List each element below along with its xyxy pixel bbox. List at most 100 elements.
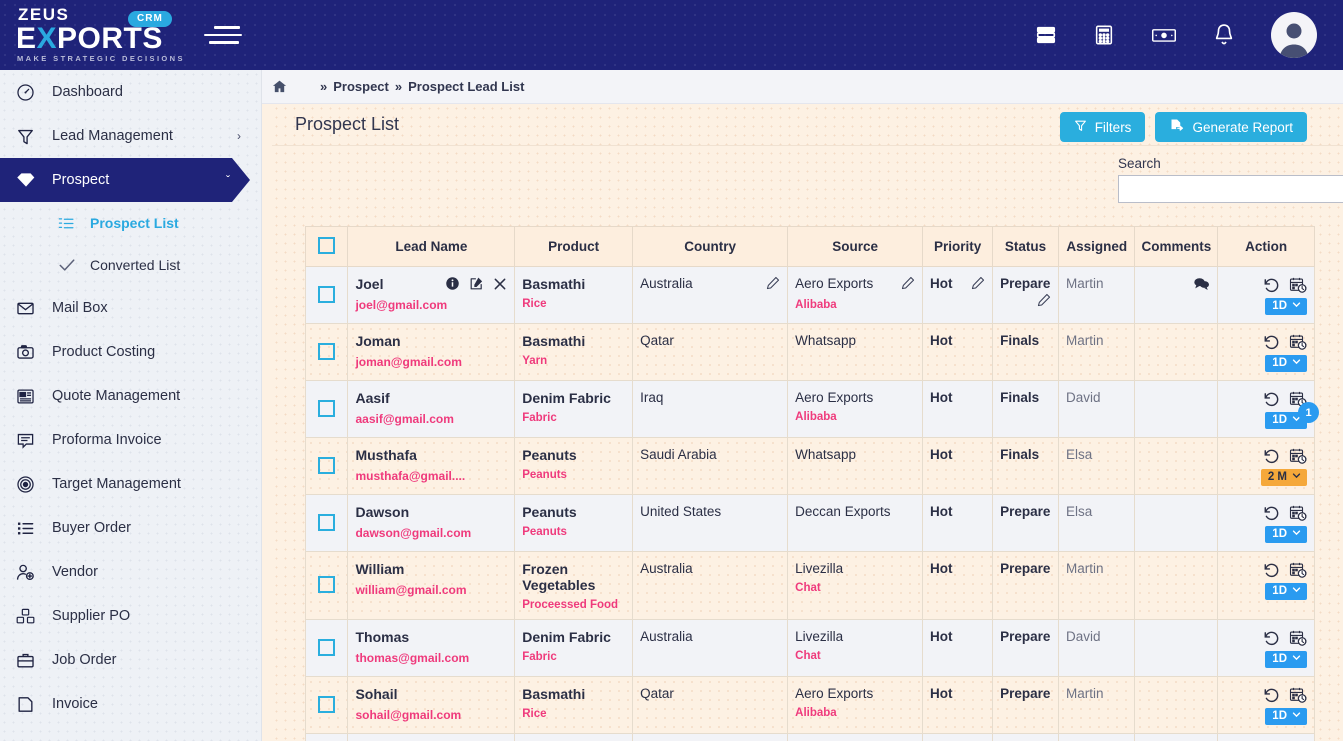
lead-name-cell: William william@gmail.com	[347, 551, 516, 620]
country-cell: Saudi Arabia	[632, 437, 789, 495]
sidebar-item-dashboard[interactable]: Dashboard	[0, 70, 261, 114]
country-cell: Australia	[632, 266, 789, 324]
sidebar-item-label: Product Costing	[52, 344, 156, 360]
lead-name: Thomas	[355, 629, 410, 645]
money-icon[interactable]	[1151, 24, 1177, 46]
select-all-checkbox[interactable]	[318, 236, 336, 254]
status-value: Prepare	[1000, 276, 1051, 291]
duration-badge[interactable]: 1D	[1265, 583, 1307, 600]
generate-report-button[interactable]: Generate Report	[1155, 112, 1307, 142]
sidebar-item-prospect[interactable]: Prospect ˇ	[0, 158, 250, 202]
calendar-clock-icon[interactable]	[1289, 447, 1307, 465]
brand-logo[interactable]: ZEUS EXPORTS MAKE STRATEGIC DECISIONS CR…	[0, 6, 196, 64]
lead-email: thomas@gmail.com	[355, 651, 470, 665]
edit-pencil-icon[interactable]	[901, 276, 915, 293]
country-cell: Iraq	[632, 380, 789, 438]
source-name: Deccan Exports	[795, 504, 891, 519]
comment-bubble-icon[interactable]	[1193, 276, 1210, 291]
calendar-clock-icon[interactable]	[1289, 504, 1307, 522]
calendar-clock-icon[interactable]	[1289, 333, 1307, 351]
duration-badge[interactable]: 2 M	[1260, 469, 1307, 486]
duration-badge[interactable]: 1D	[1265, 708, 1307, 725]
undo-history-icon[interactable]	[1263, 630, 1280, 647]
priority-value: Hot	[930, 629, 953, 644]
priority-cell: Hot	[922, 733, 994, 741]
product-cell: Frozen Vegetables Proceessed Food	[514, 551, 634, 620]
row-checkbox[interactable]	[318, 399, 336, 417]
sidebar-item-buyer-order[interactable]: Buyer Order	[0, 506, 261, 550]
edit-pencil-icon[interactable]	[766, 276, 780, 293]
row-checkbox[interactable]	[318, 513, 336, 531]
sidebar-item-quote-management[interactable]: Quote Management	[0, 374, 261, 418]
close-icon[interactable]	[493, 277, 507, 291]
row-checkbox[interactable]	[318, 285, 336, 303]
duration-badge-label: 1D	[1272, 585, 1287, 597]
calculator-icon[interactable]	[1093, 24, 1115, 46]
duration-badge[interactable]: 1D	[1265, 298, 1307, 315]
calendar-clock-icon[interactable]	[1289, 629, 1307, 647]
source-cell: Deccan Exports	[787, 494, 924, 552]
row-checkbox[interactable]	[318, 576, 336, 593]
breadcrumb-item-prospect-lead-list[interactable]: Prospect Lead List	[408, 79, 524, 94]
duration-badge[interactable]: 1D	[1265, 651, 1307, 668]
server-icon[interactable]	[1035, 24, 1057, 46]
row-checkbox[interactable]	[318, 638, 336, 656]
undo-history-icon[interactable]	[1263, 277, 1280, 294]
assigned-cell: Elsa	[1057, 494, 1136, 552]
edit-pencil-icon[interactable]	[971, 276, 985, 293]
hamburger-menu-icon[interactable]	[204, 21, 246, 49]
sidebar-item-lead-management[interactable]: Lead Management ›	[0, 114, 261, 158]
undo-history-icon[interactable]	[1263, 505, 1280, 522]
sidebar-item-proforma-invoice[interactable]: Proforma Invoice	[0, 418, 261, 462]
status-value: Prepare	[1000, 686, 1051, 701]
sidebar-subitem-prospect-list[interactable]: Prospect List	[0, 202, 261, 244]
sidebar-subitem-converted-list[interactable]: Converted List	[0, 244, 261, 286]
undo-history-icon[interactable]	[1263, 448, 1280, 465]
row-checkbox[interactable]	[318, 456, 336, 474]
undo-history-icon[interactable]	[1263, 391, 1280, 408]
info-icon[interactable]	[445, 276, 460, 291]
sidebar-item-product-costing[interactable]: Product Costing	[0, 330, 261, 374]
ordered-list-icon	[58, 215, 90, 232]
comment-lines-icon	[16, 431, 52, 450]
duration-badge-label: 1D	[1272, 414, 1287, 426]
action-cell: 2 M	[1217, 437, 1315, 495]
duration-badge[interactable]: 1D	[1265, 526, 1307, 543]
breadcrumb-item-prospect[interactable]: Prospect	[333, 79, 389, 94]
bell-icon[interactable]	[1213, 23, 1235, 47]
source-name: Livezilla	[795, 561, 844, 576]
edit-icon[interactable]	[469, 276, 484, 291]
lead-email: william@gmail.com	[355, 583, 467, 597]
sidebar-item-invoice[interactable]: Invoice	[0, 682, 261, 726]
country-name: Australia	[640, 276, 693, 291]
funnel-icon	[16, 127, 52, 146]
duration-badge-label: 1D	[1272, 653, 1287, 665]
duration-badge[interactable]: 1D	[1265, 355, 1307, 372]
hamburger-line	[214, 26, 240, 29]
sidebar-item-supplier-po[interactable]: Supplier PO	[0, 594, 261, 638]
calendar-clock-icon[interactable]	[1289, 686, 1307, 704]
undo-history-icon[interactable]	[1263, 562, 1280, 579]
table-row: Joman joman@gmail.com Basmathi Yarn Qatar Wha…	[304, 323, 1315, 381]
undo-history-icon[interactable]	[1263, 334, 1280, 351]
filters-button[interactable]: Filters	[1059, 112, 1146, 142]
sidebar-item-target-management[interactable]: Target Management	[0, 462, 261, 506]
lead-email: aasif@gmail.com	[355, 412, 454, 426]
comments-cell	[1134, 323, 1219, 381]
sidebar-item-mail-box[interactable]: Mail Box	[0, 286, 261, 330]
comments-cell	[1134, 733, 1219, 741]
edit-pencil-icon[interactable]	[1037, 293, 1051, 310]
action-cell: 1D	[1217, 733, 1315, 741]
calendar-clock-icon[interactable]	[1289, 561, 1307, 579]
undo-history-icon[interactable]	[1263, 687, 1280, 704]
row-checkbox[interactable]	[318, 695, 336, 713]
product-name: Denim Fabric	[522, 390, 611, 406]
calendar-clock-icon[interactable]	[1289, 276, 1307, 294]
row-checkbox[interactable]	[318, 342, 336, 360]
avatar[interactable]	[1271, 12, 1317, 58]
product-name: Peanuts	[522, 447, 577, 463]
home-icon[interactable]	[272, 79, 287, 94]
sidebar-item-job-order[interactable]: Job Order	[0, 638, 261, 682]
search-input[interactable]	[1118, 175, 1343, 203]
sidebar-item-vendor[interactable]: Vendor	[0, 550, 261, 594]
